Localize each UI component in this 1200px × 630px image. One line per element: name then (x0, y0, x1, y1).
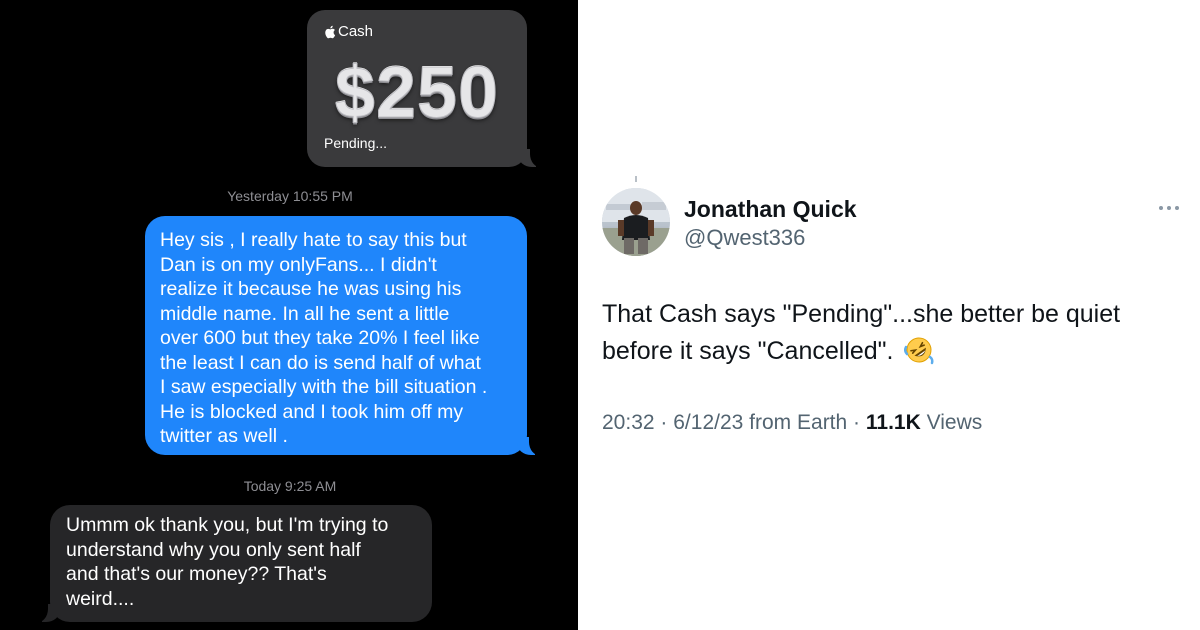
rolling-on-floor-laughing-icon (904, 337, 934, 365)
incoming-message-bubble[interactable]: Ummm ok thank you, but I'm trying to und… (34, 505, 432, 623)
message-line: Dan is on my onlyFans... I didn't (160, 253, 437, 276)
bubble-tail (518, 146, 544, 168)
apple-cash-bubble[interactable]: Cash $250 Pending... (307, 10, 544, 168)
more-horizontal-icon[interactable] (1156, 200, 1182, 216)
tweet-source: from Earth (749, 411, 848, 434)
bubble-tail (517, 434, 543, 456)
message-line: He is blocked and I took him off my (160, 400, 464, 423)
tweet-body: That Cash says "Pending"...she better be… (602, 300, 1121, 365)
message-line: Hey sis , I really hate to say this but (160, 229, 467, 251)
cash-amount: $250 (334, 53, 500, 134)
message-timestamp: Today 9:25 AM (243, 478, 337, 494)
meta-separator: · (660, 411, 668, 434)
tweet-time[interactable]: 20:32 (602, 411, 655, 434)
tweet-text: That Cash says "Pending"...she better be… (602, 296, 1182, 370)
avatar-decoration (635, 176, 637, 182)
message-line: realize it because he was using his (160, 278, 462, 300)
cash-brand-label: Cash (338, 23, 374, 40)
meta-separator: · (853, 411, 861, 434)
message-line: twitter as well . (160, 425, 288, 447)
author-handle[interactable]: @Qwest336 (684, 225, 805, 251)
message-line: Ummm ok thank you, but I'm trying to (66, 514, 389, 536)
avatar-photo (602, 188, 670, 256)
message-line: understand why you only sent half (66, 538, 361, 561)
message-line: the least I can do is send half of what (160, 351, 481, 374)
message-line: and that's our money?? That's (66, 563, 327, 585)
tweet-panel: Jonathan Quick @Qwest336 That Cash says … (578, 0, 1200, 630)
imessage-panel: Cash $250 Pending... Yesterday 10:55 PM … (0, 0, 578, 630)
avatar[interactable] (602, 188, 670, 256)
views-label: Views (926, 411, 983, 434)
apple-logo-icon (325, 25, 336, 38)
message-timestamp: Yesterday 10:55 PM (227, 188, 353, 204)
message-line: over 600 but they take 20% I feel like (160, 327, 480, 349)
message-line: middle name. In all he sent a little (160, 302, 450, 325)
outgoing-message-bubble[interactable]: Hey sis , I really hate to say this but … (145, 216, 543, 456)
bubble-tail (34, 601, 60, 623)
views-count[interactable]: 11.1K (866, 411, 921, 434)
message-line: I saw especially with the bill situation… (160, 376, 488, 398)
tweet-date[interactable]: 6/12/23 (673, 411, 743, 434)
message-line: weird.... (66, 587, 135, 610)
apple-cash-brand: Cash (324, 23, 373, 40)
tweet-meta: 20:32 · 6/12/23 from Earth · 11.1K Views (602, 411, 982, 435)
author-display-name[interactable]: Jonathan Quick (684, 196, 857, 223)
cash-status: Pending... (324, 135, 388, 151)
